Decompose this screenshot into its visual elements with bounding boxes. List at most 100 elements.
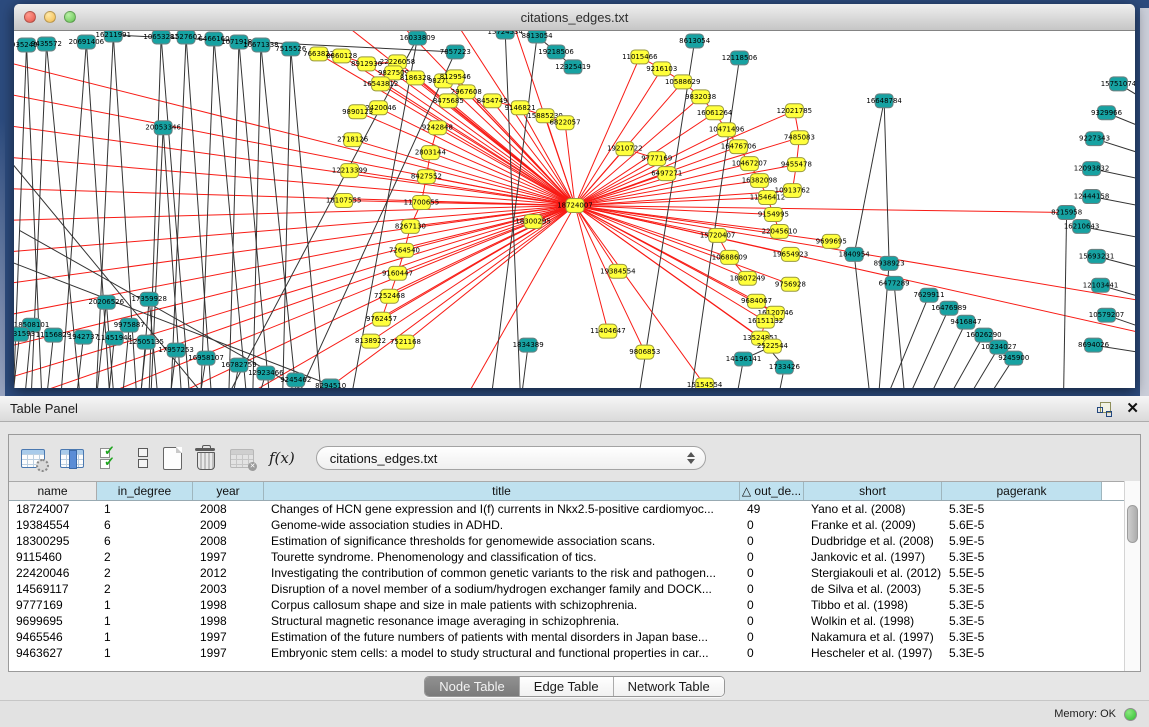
- graph-node[interactable]: 19210722: [607, 142, 642, 156]
- cell-year[interactable]: 1998: [193, 613, 264, 629]
- graph-node[interactable]: 8813054: [522, 31, 554, 43]
- cell-year[interactable]: 2009: [193, 517, 264, 533]
- table-row[interactable]: 911546021997Tourette syndrome. Phenomeno…: [9, 549, 1124, 565]
- cell-short[interactable]: Hescheler et al. (1997): [804, 645, 942, 661]
- cell-short[interactable]: Nakamura et al. (1997): [804, 629, 942, 645]
- graph-node[interactable]: 12093832: [1074, 162, 1109, 176]
- cell-in_degree[interactable]: 6: [97, 517, 193, 533]
- cell-name[interactable]: 18724007: [9, 501, 97, 517]
- cell-out_degree[interactable]: 0: [740, 629, 804, 645]
- graph-node[interactable]: 6497271: [651, 167, 682, 181]
- float-panel-icon[interactable]: [1097, 402, 1112, 416]
- cell-out_degree[interactable]: 0: [740, 533, 804, 549]
- graph-node[interactable]: 7252468: [374, 289, 405, 303]
- column-header-name[interactable]: name: [9, 482, 97, 500]
- graph-node[interactable]: 19654923: [773, 247, 808, 261]
- cell-title[interactable]: Investigating the contribution of common…: [264, 565, 740, 581]
- graph-node[interactable]: 8613054: [679, 34, 711, 48]
- graph-node[interactable]: 15154554: [687, 378, 723, 388]
- cell-name[interactable]: 22420046: [9, 565, 97, 581]
- graph-node[interactable]: 11156829: [36, 328, 71, 342]
- graph-node[interactable]: 7264540: [389, 243, 420, 257]
- cell-pagerank[interactable]: 5.5E-5: [942, 565, 1102, 581]
- cell-in_degree[interactable]: 2: [97, 565, 193, 581]
- graph-node[interactable]: 16648784: [866, 94, 902, 108]
- graph-node[interactable]: 6477289: [879, 276, 910, 290]
- cell-year[interactable]: 1997: [193, 645, 264, 661]
- graph-node[interactable]: 8215958: [1051, 206, 1082, 220]
- cell-name[interactable]: 9777169: [9, 597, 97, 613]
- graph-node[interactable]: 11015466: [622, 50, 657, 64]
- graph-node[interactable]: 10467207: [732, 157, 767, 171]
- graph-node[interactable]: 18107555: [326, 194, 361, 208]
- graph-node[interactable]: 19218506: [538, 45, 573, 59]
- graph-node[interactable]: 9227343: [1079, 132, 1110, 146]
- cell-short[interactable]: Yano et al. (2008): [804, 501, 942, 517]
- column-header-title[interactable]: title: [264, 482, 740, 500]
- graph-node[interactable]: 9331593: [14, 327, 35, 341]
- cell-year[interactable]: 2008: [193, 501, 264, 517]
- graph-node[interactable]: 20053346: [145, 121, 180, 135]
- graph-node[interactable]: 14196141: [726, 352, 761, 366]
- graph-node[interactable]: 1942737: [68, 330, 99, 344]
- graph-node[interactable]: 9756928: [775, 277, 806, 291]
- cell-short[interactable]: de Silva et al. (2003): [804, 581, 942, 597]
- cell-in_degree[interactable]: 1: [97, 597, 193, 613]
- graph-node[interactable]: 10579207: [1089, 308, 1124, 322]
- graph-node[interactable]: 8694026: [1078, 338, 1109, 352]
- scrollbar-thumb[interactable]: [1127, 505, 1138, 543]
- graph-node[interactable]: 11700655: [404, 196, 439, 210]
- cell-name[interactable]: 9699695: [9, 613, 97, 629]
- cell-pagerank[interactable]: 5.3E-5: [942, 581, 1102, 597]
- graph-node[interactable]: 16476989: [931, 301, 966, 315]
- graph-node[interactable]: 2718126: [337, 133, 368, 147]
- graph-node[interactable]: 2803144: [415, 146, 447, 160]
- cell-pagerank[interactable]: 5.3E-5: [942, 501, 1102, 517]
- network-canvas[interactable]: 1872400776638228860128891293622226058982…: [14, 31, 1135, 388]
- graph-node[interactable]: 9245462: [280, 373, 311, 387]
- cell-pagerank[interactable]: 5.6E-5: [942, 517, 1102, 533]
- select-all-icon[interactable]: ✓✓: [99, 446, 123, 470]
- graph-node[interactable]: 9455478: [781, 158, 812, 172]
- table-row[interactable]: 1456911722003Disruption of a novel membe…: [9, 581, 1124, 597]
- table-mode-icon[interactable]: [21, 449, 45, 468]
- graph-node[interactable]: 9684067: [741, 294, 772, 308]
- column-header-year[interactable]: year: [193, 482, 264, 500]
- tab-node-table[interactable]: Node Table: [425, 677, 520, 696]
- graph-node[interactable]: 7629911: [913, 288, 944, 302]
- cell-out_degree[interactable]: 0: [740, 597, 804, 613]
- graph-node[interactable]: 9416847: [950, 315, 981, 329]
- cell-pagerank[interactable]: 5.3E-5: [942, 549, 1102, 565]
- graph-node[interactable]: 7515526: [275, 42, 306, 56]
- cell-title[interactable]: Estimation of the future numbers of pati…: [264, 629, 740, 645]
- graph-node[interactable]: 9806853: [629, 345, 660, 359]
- graph-node[interactable]: 9216103: [646, 62, 677, 76]
- column-header-pagerank[interactable]: pagerank: [942, 482, 1102, 500]
- graph-node[interactable]: 6822057: [550, 116, 581, 130]
- graph-node[interactable]: 9154995: [758, 208, 789, 222]
- network-window-titlebar[interactable]: citations_edges.txt: [14, 4, 1135, 31]
- graph-node[interactable]: 15693231: [1079, 249, 1114, 263]
- cell-name[interactable]: 19384554: [9, 517, 97, 533]
- cell-pagerank[interactable]: 5.9E-5: [942, 533, 1102, 549]
- graph-node[interactable]: 12444158: [1074, 190, 1109, 204]
- tab-network-table[interactable]: Network Table: [614, 677, 724, 696]
- graph-node[interactable]: 16033809: [400, 31, 435, 45]
- cell-title[interactable]: Changes of HCN gene expression and I(f) …: [264, 501, 740, 517]
- graph-node[interactable]: 8454749: [477, 94, 508, 108]
- graph-node[interactable]: 11404647: [590, 324, 625, 338]
- column-header-short[interactable]: short: [804, 482, 942, 500]
- select-columns-icon[interactable]: [60, 449, 84, 468]
- graph-node[interactable]: 19384554: [600, 264, 636, 278]
- graph-node[interactable]: 16671338: [243, 38, 278, 52]
- cell-year[interactable]: 1997: [193, 549, 264, 565]
- graph-node[interactable]: 16382098: [742, 174, 777, 188]
- cell-title[interactable]: Structural magnetic resonance image aver…: [264, 613, 740, 629]
- table-row[interactable]: 1830029562008Estimation of significance …: [9, 533, 1124, 549]
- column-header-in_degree[interactable]: in_degree: [97, 482, 193, 500]
- table-row[interactable]: 1938455462009Genome-wide association stu…: [9, 517, 1124, 533]
- cell-in_degree[interactable]: 2: [97, 549, 193, 565]
- column-header-out_degree[interactable]: △ out_de...: [740, 482, 804, 500]
- graph-node[interactable]: 10688609: [712, 250, 747, 264]
- table-vertical-scrollbar[interactable]: [1124, 481, 1140, 671]
